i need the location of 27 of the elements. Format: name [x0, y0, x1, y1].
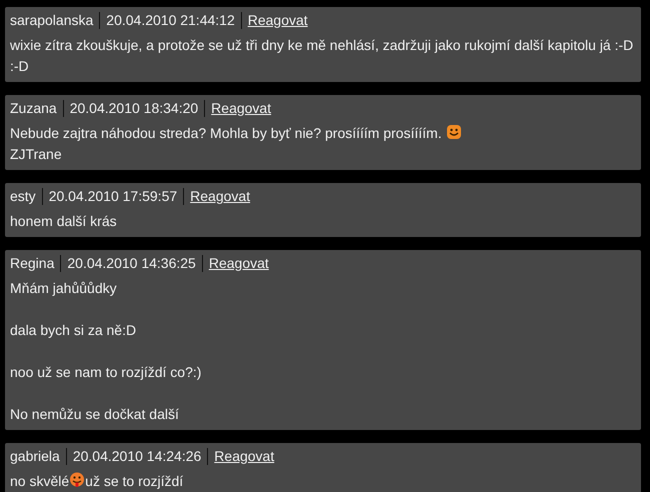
- comment-text: Nebude zajtra náhodou streda? Mohla by byť nie? prosíííím prosíííím.: [10, 125, 442, 141]
- comment-text: wixie zítra zkouškuje, a protože se už tři dny ke mě nehlásí, zadržuji jako rukojmí další kapitolu já :-D :-D: [10, 37, 634, 74]
- comment-author: Regina: [10, 254, 54, 273]
- comment-author: gabriela: [10, 447, 60, 466]
- comment-text: už se to rozjíždí: [85, 473, 184, 489]
- comment-date: 20.04.2010 18:34:20: [70, 99, 198, 118]
- reply-link[interactable]: Reagovat: [211, 98, 272, 119]
- comment-date: 20.04.2010 14:36:25: [67, 254, 196, 273]
- comment-text: Mňám jahůůůdky: [10, 280, 117, 296]
- tongue-smiley-icon: [69, 472, 86, 488]
- reply-link[interactable]: Reagovat: [190, 186, 250, 207]
- reply-link[interactable]: Reagovat: [208, 253, 269, 274]
- comment-text: noo už se nam to rozjíždí co?:): [10, 364, 202, 380]
- comment-author: Zuzana: [10, 99, 57, 118]
- comment-text: honem další krás: [10, 213, 117, 229]
- comment-date: 20.04.2010 14:24:26: [72, 447, 202, 466]
- comment-text: no skvělé: [10, 473, 70, 489]
- reply-link[interactable]: Reagovat: [214, 446, 274, 467]
- comment-text: ZJTrane: [10, 146, 62, 162]
- comment-date: 20.04.2010 21:44:12: [106, 11, 235, 30]
- comment-text: No nemůžu se dočkat další: [10, 406, 179, 422]
- comment-author: esty: [10, 187, 36, 206]
- smiley-icon: [446, 124, 462, 140]
- reply-link[interactable]: Reagovat: [248, 10, 308, 31]
- comment-author: sarapolanska: [10, 11, 94, 30]
- comment-date: 20.04.2010 17:59:57: [48, 187, 178, 206]
- comment-text: dala bych si za ně:D: [10, 322, 136, 338]
